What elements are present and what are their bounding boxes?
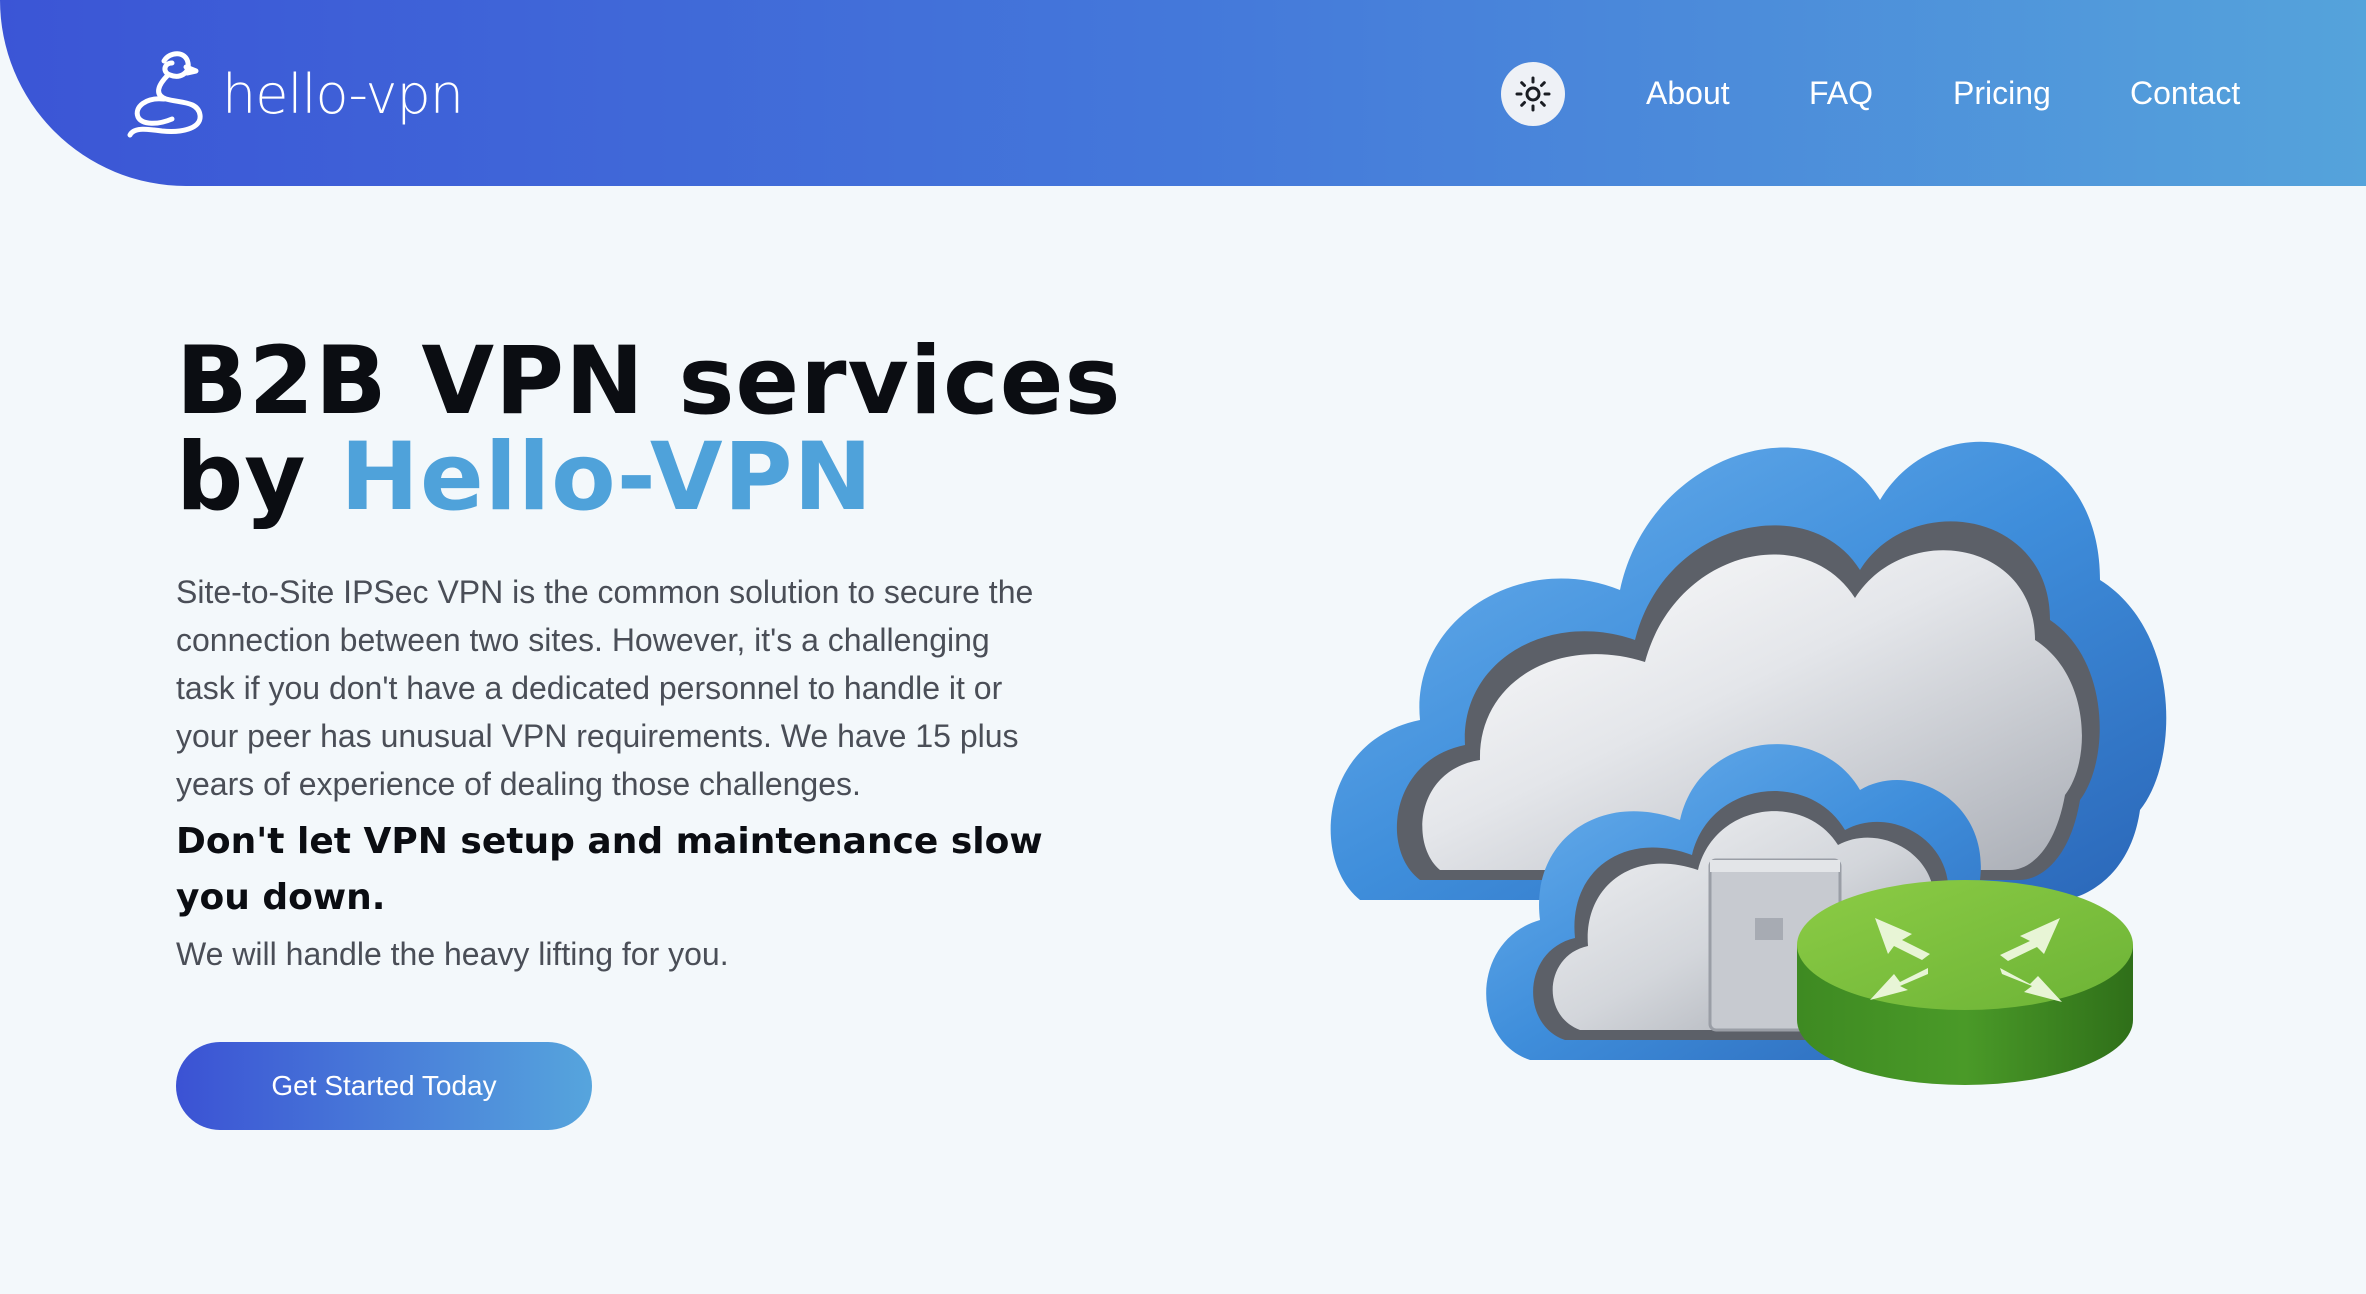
nav-contact-link[interactable]: Contact: [2130, 70, 2240, 116]
hero-subtext: We will handle the heavy lifting for you…: [176, 936, 729, 972]
site-header: hello-vpn About FAQ Pricing Contact: [0, 0, 2366, 186]
brand-name: hello-vpn: [222, 63, 464, 126]
cloud-router-icon: [1330, 441, 2167, 1085]
hero-description: Site-to-Site IPSec VPN is the common sol…: [176, 574, 1034, 802]
nav-faq-link[interactable]: FAQ: [1809, 70, 1873, 116]
sun-icon: [1515, 76, 1551, 112]
hero-title: B2B VPN services by Hello-VPN: [176, 334, 1121, 526]
hero-title-by: by: [176, 423, 341, 532]
nav-pricing-link[interactable]: Pricing: [1953, 70, 2051, 116]
theme-toggle-button[interactable]: [1501, 62, 1565, 126]
get-started-button[interactable]: Get Started Today: [176, 1042, 592, 1130]
hero-title-accent: Hello-VPN: [340, 423, 874, 532]
hero-title-line1: B2B VPN services: [176, 327, 1122, 436]
brand-logo[interactable]: hello-vpn: [124, 44, 464, 142]
hero-emphasis: Don't let VPN setup and maintenance slow…: [176, 821, 1043, 918]
nav-about-link[interactable]: About: [1646, 70, 1730, 116]
swan-icon: [127, 51, 203, 138]
